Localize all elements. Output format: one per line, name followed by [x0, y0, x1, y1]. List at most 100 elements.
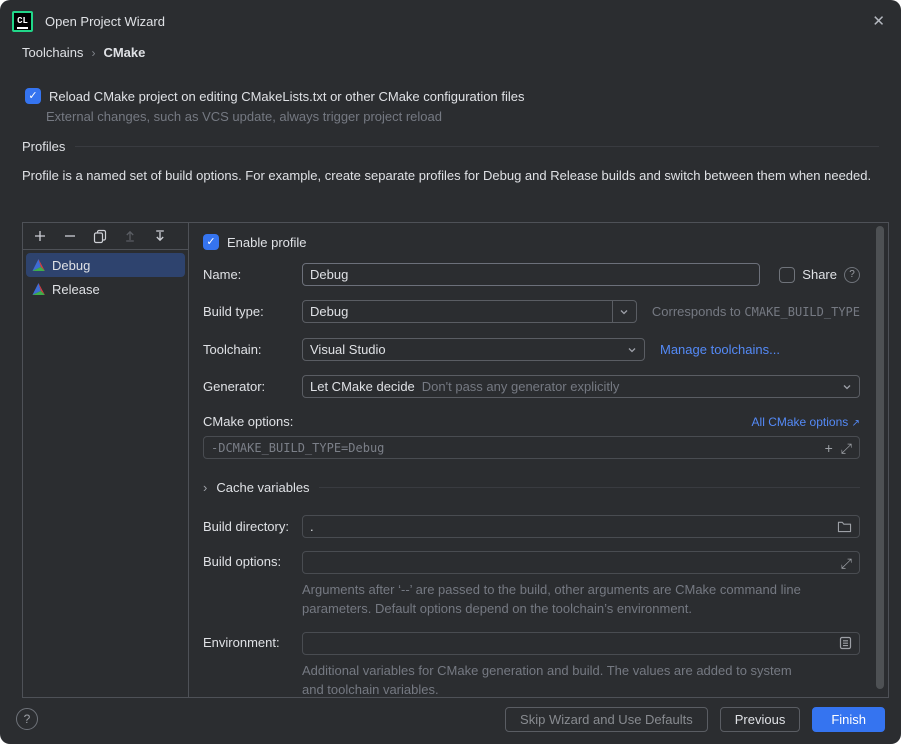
- profiles-description: Profile is a named set of build options.…: [22, 167, 879, 186]
- cmake-icon: [31, 258, 46, 273]
- environment-hint: Additional variables for CMake generatio…: [302, 662, 817, 700]
- build-options-input[interactable]: ⤢: [302, 551, 860, 574]
- build-directory-input[interactable]: .: [302, 515, 860, 538]
- enable-profile-checkbox[interactable]: ✓: [203, 234, 219, 250]
- help-button[interactable]: ?: [16, 708, 38, 730]
- build-directory-label: Build directory:: [203, 519, 302, 534]
- build-options-row: Build options: ⤢ Arguments after ‘--’ ar…: [203, 551, 860, 619]
- cache-variables-section[interactable]: › Cache variables: [203, 480, 860, 495]
- chevron-down-icon: [620, 339, 644, 360]
- close-icon[interactable]: ✕: [872, 14, 885, 29]
- add-profile-button[interactable]: [27, 225, 53, 247]
- finish-button[interactable]: Finish: [812, 707, 885, 732]
- manage-toolchains-link[interactable]: Manage toolchains...: [660, 342, 780, 357]
- external-link-icon: ↗: [852, 418, 860, 429]
- share-label[interactable]: Share: [802, 267, 837, 282]
- plus-icon: [32, 228, 48, 244]
- cmake-options-label: CMake options:: [203, 414, 293, 429]
- move-up-icon: [122, 228, 138, 244]
- clion-logo-text: CL: [17, 17, 28, 29]
- toolchain-label: Toolchain:: [203, 342, 302, 357]
- titlebar: CL Open Project Wizard ✕: [0, 0, 901, 32]
- generator-value-hint: Don't pass any generator explicitly: [422, 379, 620, 394]
- open-project-wizard-dialog: CL Open Project Wizard ✕ Toolchains › CM…: [0, 0, 901, 744]
- toolchain-value: Visual Studio: [310, 342, 386, 357]
- chevron-right-icon: ›: [203, 480, 207, 495]
- profiles-section-title: Profiles: [22, 139, 65, 154]
- profile-list-toolbar: [23, 223, 188, 250]
- cmake-options-placeholder: -DCMAKE_BUILD_TYPE=Debug: [211, 441, 384, 455]
- build-options-label: Build options:: [203, 554, 302, 569]
- build-type-label: Build type:: [203, 304, 302, 319]
- reload-cmake-checkbox[interactable]: ✓: [25, 88, 41, 104]
- folder-icon[interactable]: [837, 520, 852, 533]
- breadcrumb: Toolchains › CMake: [22, 45, 901, 60]
- generator-select[interactable]: Let CMake decide Don't pass any generato…: [302, 375, 860, 398]
- build-type-select[interactable]: Debug: [302, 300, 637, 323]
- breadcrumb-cmake: CMake: [103, 45, 145, 60]
- copy-icon: [92, 228, 108, 244]
- move-down-icon: [152, 228, 168, 244]
- toolchain-row: Toolchain: Visual Studio Manage toolchai…: [203, 338, 860, 361]
- chevron-down-icon: [612, 301, 636, 322]
- cmake-options-input[interactable]: -DCMAKE_BUILD_TYPE=Debug + ⤢: [203, 436, 860, 459]
- environment-label: Environment:: [203, 635, 302, 650]
- all-cmake-options-link[interactable]: All CMake options ↗: [752, 415, 860, 429]
- build-directory-value: .: [310, 519, 314, 534]
- expand-icon[interactable]: ⤢: [841, 556, 852, 570]
- remove-profile-button[interactable]: [57, 225, 83, 247]
- profile-list: Debug Release: [23, 250, 188, 301]
- share-group: Share ?: [779, 267, 860, 283]
- cmake-options-header: CMake options: All CMake options ↗: [203, 414, 860, 429]
- profile-item-label: Debug: [52, 258, 90, 273]
- build-options-hint: Arguments after ‘--’ are passed to the b…: [302, 581, 817, 619]
- reload-cmake-hint: External changes, such as VCS update, al…: [46, 109, 901, 124]
- move-up-button[interactable]: [117, 225, 143, 247]
- scrollbar[interactable]: [876, 226, 884, 689]
- share-help-icon[interactable]: ?: [844, 267, 860, 283]
- footer: ? Skip Wizard and Use Defaults Previous …: [0, 698, 901, 744]
- enable-profile-label[interactable]: Enable profile: [227, 235, 307, 250]
- cache-variables-label: Cache variables: [216, 480, 309, 495]
- build-directory-row: Build directory: .: [203, 515, 860, 538]
- expand-icon[interactable]: ⤢: [841, 441, 852, 455]
- variables-list-icon[interactable]: [839, 636, 852, 650]
- move-down-button[interactable]: [147, 225, 173, 247]
- add-option-icon[interactable]: +: [825, 441, 833, 455]
- skip-wizard-button[interactable]: Skip Wizard and Use Defaults: [505, 707, 708, 732]
- profile-item-debug[interactable]: Debug: [26, 253, 185, 277]
- profiles-section-header: Profiles: [22, 139, 879, 154]
- name-value: Debug: [310, 267, 348, 282]
- profiles-panel: Debug Release ✓ Enable profile N: [22, 222, 889, 698]
- cmake-icon: [31, 282, 46, 297]
- cache-variables-divider: [319, 487, 860, 488]
- minus-icon: [62, 228, 78, 244]
- environment-row: Environment: Additional variables for CM…: [203, 632, 860, 700]
- name-input[interactable]: Debug: [302, 263, 760, 286]
- name-row: Name: Debug Share ?: [203, 263, 860, 286]
- reload-cmake-row: ✓ Reload CMake project on editing CMakeL…: [25, 88, 901, 104]
- profiles-section-divider: [75, 146, 879, 147]
- reload-cmake-label[interactable]: Reload CMake project on editing CMakeLis…: [49, 89, 524, 104]
- share-checkbox[interactable]: [779, 267, 795, 283]
- generator-row: Generator: Let CMake decide Don't pass a…: [203, 375, 860, 398]
- environment-input[interactable]: [302, 632, 860, 655]
- generator-value: Let CMake decide: [310, 379, 415, 394]
- copy-profile-button[interactable]: [87, 225, 113, 247]
- breadcrumb-separator-icon: ›: [91, 46, 95, 60]
- footer-buttons: Skip Wizard and Use Defaults Previous Fi…: [505, 707, 885, 732]
- previous-button[interactable]: Previous: [720, 707, 801, 732]
- profile-form: ✓ Enable profile Name: Debug Share ?: [189, 223, 888, 697]
- build-type-hint: Corresponds to CMAKE_BUILD_TYPE: [652, 304, 860, 319]
- generator-label: Generator:: [203, 379, 302, 394]
- breadcrumb-toolchains[interactable]: Toolchains: [22, 45, 83, 60]
- build-type-row: Build type: Debug Corresponds to CMAKE_B…: [203, 300, 860, 323]
- profile-item-label: Release: [52, 282, 100, 297]
- clion-logo-icon: CL: [12, 11, 33, 32]
- name-label: Name:: [203, 267, 302, 282]
- profile-item-release[interactable]: Release: [26, 277, 185, 301]
- enable-profile-row: ✓ Enable profile: [203, 234, 860, 250]
- chevron-down-icon: [835, 376, 859, 397]
- profile-list-panel: Debug Release: [23, 223, 189, 697]
- toolchain-select[interactable]: Visual Studio: [302, 338, 645, 361]
